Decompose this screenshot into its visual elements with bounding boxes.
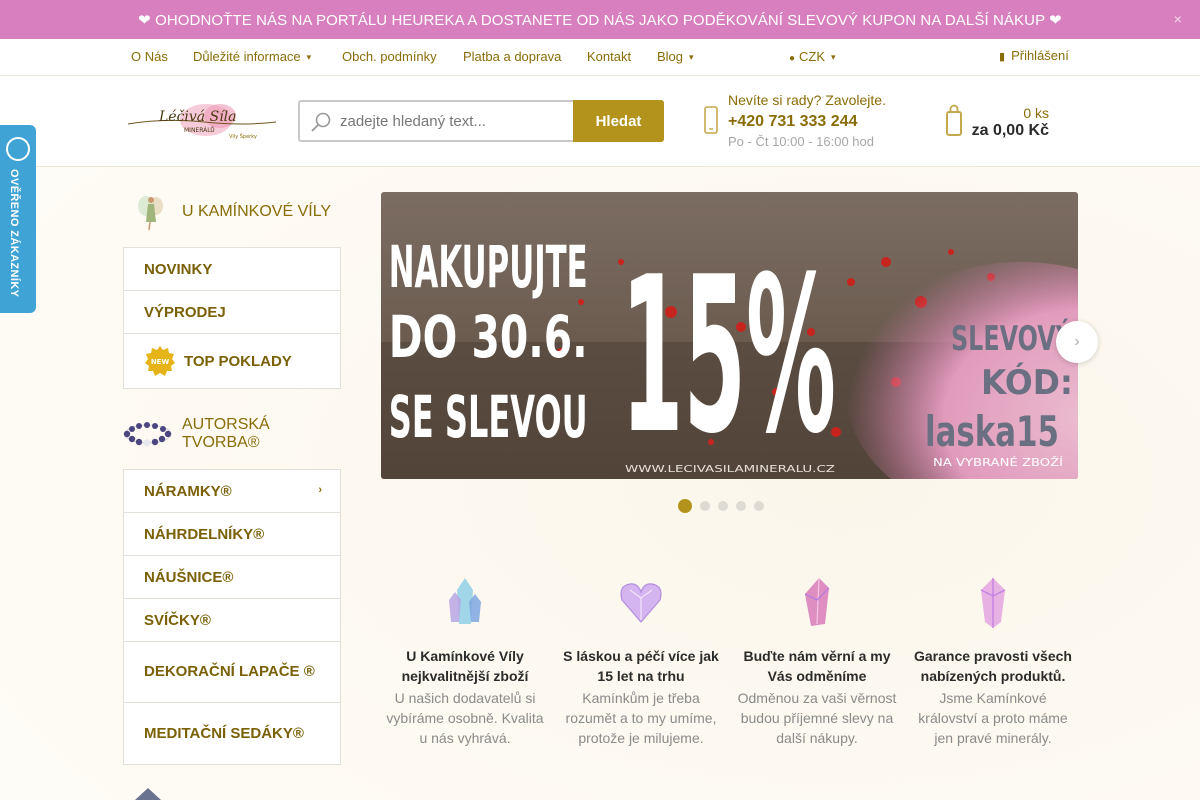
feature-authenticity: Garance pravosti všech nabízených produk… <box>910 574 1076 748</box>
currency-selector[interactable]: ● CZK ▾ <box>789 49 836 64</box>
nav-item-platba-doprava[interactable]: Platba a doprava <box>463 49 561 64</box>
new-badge-icon: NEW <box>145 346 175 376</box>
chevron-down-icon: ▾ <box>831 52 836 62</box>
feature-quality: U Kamínkové Víly nejkvalitnější zboží U … <box>382 574 548 748</box>
svg-text:WWW.LECIVASILAMINERALU.CZ: WWW.LECIVASILAMINERALU.CZ <box>625 464 835 475</box>
svg-text:MINERÁLŮ: MINERÁLŮ <box>184 127 215 134</box>
svg-text:laska15: laska15 <box>925 407 1059 456</box>
sidebar-item-svicky[interactable]: SVÍČKY® <box>124 599 340 642</box>
sidebar-menu-author: NÁRAMKY® › NÁHRDELNÍKY® NÁUŠNICE® SVÍČKY®… <box>123 469 341 765</box>
cart-summary[interactable]: 0 ks za 0,00 Kč <box>940 102 1060 142</box>
svg-text:SE SLEVOU: SE SLEVOU <box>389 385 588 452</box>
sidebar-item-dekoracni-lapace[interactable]: DEKORAČNÍ LAPAČE ® <box>124 642 340 703</box>
svg-text:SLEVOVÝ: SLEVOVÝ <box>951 318 1073 359</box>
site-header: Léčivá Síla MINERÁLŮ Víly Šperky Hledat … <box>0 76 1200 167</box>
svg-text:15%: 15% <box>621 230 836 479</box>
heureka-promo-bar[interactable]: ❤ OHODNOŤTE NÁS NA PORTÁLU HEUREKA A DOS… <box>0 0 1200 39</box>
sidebar-heading-kaminkove-vily[interactable]: U KAMÍNKOVÉ VÍLY <box>136 192 331 232</box>
search-button[interactable]: Hledat <box>573 100 664 142</box>
carousel-dot[interactable] <box>736 501 746 511</box>
sidebar-item-naramky[interactable]: NÁRAMKY® › <box>124 470 340 513</box>
promo-text: ❤ OHODNOŤTE NÁS NA PORTÁLU HEUREKA A DOS… <box>138 11 1062 29</box>
login-link[interactable]: ▮ Přihlášení <box>999 48 1069 63</box>
carousel-dot[interactable] <box>678 499 692 513</box>
crystal-cluster-icon <box>449 578 481 624</box>
sidebar-item-top-poklady[interactable]: NEW TOP POKLADY <box>124 334 340 388</box>
nav-item-blog[interactable]: Blog ▾ <box>657 49 694 64</box>
feature-description: U našich dodavatelů si vybíráme osobně. … <box>386 690 544 746</box>
verified-by-customers-badge[interactable]: OVĚŘENO ZÁKAZNÍKY <box>0 125 36 313</box>
shop-logo[interactable]: Léčivá Síla MINERÁLŮ Víly Šperky <box>124 98 280 144</box>
fairy-icon <box>138 196 163 231</box>
feature-title: Buďte nám věrní a my Vás odměníme <box>743 648 891 684</box>
cart-count: 0 ks <box>1023 105 1049 121</box>
svg-text:NAKUPUJTE: NAKUPUJTE <box>389 235 588 302</box>
sidebar-menu-shop: NOVINKY VÝPRODEJ NEW TOP POKLADY <box>123 247 341 389</box>
sidebar-item-novinky[interactable]: NOVINKY <box>124 248 340 291</box>
nav-item-dulezite-informace[interactable]: Důležité informace ▾ <box>193 49 311 64</box>
sidebar-heading-autorska-tvorba[interactable]: AUTORSKÁ TVORBA® <box>123 416 270 452</box>
feature-description: Kamínkům je třeba rozumět a to my umíme,… <box>565 690 717 746</box>
carousel-dot[interactable] <box>754 501 764 511</box>
carousel-dot[interactable] <box>700 501 710 511</box>
nav-item-obch-podminky[interactable]: Obch. podmínky <box>342 49 437 64</box>
sidebar-item-nahrdelniky[interactable]: NÁHRDELNÍKY® <box>124 513 340 556</box>
chevron-down-icon: ▾ <box>306 52 312 62</box>
svg-text:NEW: NEW <box>151 358 170 366</box>
promo-carousel-slide[interactable]: NAKUPUJTE DO 30.6. SE SLEVOU 15% SLEVOVÝ… <box>381 192 1078 479</box>
crystal-heart-icon <box>620 583 662 623</box>
feature-description: Jsme Kamínkové království a proto máme j… <box>918 690 1068 746</box>
svg-text:KÓD:: KÓD: <box>981 362 1073 403</box>
top-navigation: O Nás Důležité informace ▾ Obch. podmínky… <box>0 39 1200 76</box>
chevron-down-icon: ▾ <box>689 52 694 62</box>
crystal-violet-icon <box>980 578 1006 628</box>
coin-icon: ● <box>789 53 796 64</box>
nav-item-o-nas[interactable]: O Nás <box>131 49 168 64</box>
sidebar-item-nausnice[interactable]: NÁUŠNICE® <box>124 556 340 599</box>
carousel-dot[interactable] <box>718 501 728 511</box>
feature-title: U Kamínkové Víly nejkvalitnější zboží <box>401 648 529 684</box>
feature-loyalty: Buďte nám věrní a my Vás odměníme Odměno… <box>734 574 900 748</box>
svg-text:DO 30.6.: DO 30.6. <box>389 305 588 372</box>
sidebar-item-meditacni-sedaky[interactable]: MEDITAČNÍ SEDÁKY® <box>124 703 340 764</box>
carousel-pagination <box>678 499 764 513</box>
shopping-bag-icon <box>946 104 962 136</box>
badge-text: OVĚŘENO ZÁKAZNÍKY <box>8 169 20 298</box>
nav-item-kontakt[interactable]: Kontakt <box>587 49 631 64</box>
search-box: Hledat <box>298 100 664 142</box>
feature-title: S láskou a péčí více jak 15 let na trhu <box>563 648 719 684</box>
heureka-seal-icon <box>6 137 30 161</box>
feature-title: Garance pravosti všech nabízených produk… <box>914 648 1072 684</box>
bracelet-icon <box>123 422 172 447</box>
cart-total: za 0,00 Kč <box>971 122 1049 139</box>
crystal-pink-icon <box>804 577 830 626</box>
chevron-right-icon: › <box>318 484 322 496</box>
svg-text:NA VYBRANÉ ZBOŽÍ: NA VYBRANÉ ZBOŽÍ <box>933 456 1063 469</box>
close-icon[interactable]: × <box>1174 11 1182 27</box>
svg-text:Léčivá Síla: Léčivá Síla <box>158 109 237 125</box>
carousel-next-button[interactable]: › <box>1056 321 1098 363</box>
chevron-right-icon: › <box>1074 333 1080 350</box>
svg-text:Víly Šperky: Víly Šperky <box>229 133 257 140</box>
help-title: Nevíte si rady? Zavolejte. <box>728 92 886 108</box>
phone-number[interactable]: +420 731 333 244 <box>728 113 857 131</box>
feature-description: Odměnou za vaši věrnost budou příjemné s… <box>737 690 897 746</box>
promo-banner-image: NAKUPUJTE DO 30.6. SE SLEVOU 15% SLEVOVÝ… <box>381 192 1078 479</box>
next-section-icon <box>135 788 161 800</box>
opening-hours: Po - Čt 10:00 - 16:00 hod <box>728 134 874 149</box>
search-input[interactable] <box>340 110 570 132</box>
phone-icon <box>704 106 718 134</box>
feature-love: S láskou a péčí více jak 15 let na trhu … <box>558 574 724 748</box>
sidebar-item-vyprodej[interactable]: VÝPRODEJ <box>124 291 340 334</box>
user-icon: ▮ <box>999 51 1006 63</box>
search-icon <box>311 112 331 132</box>
